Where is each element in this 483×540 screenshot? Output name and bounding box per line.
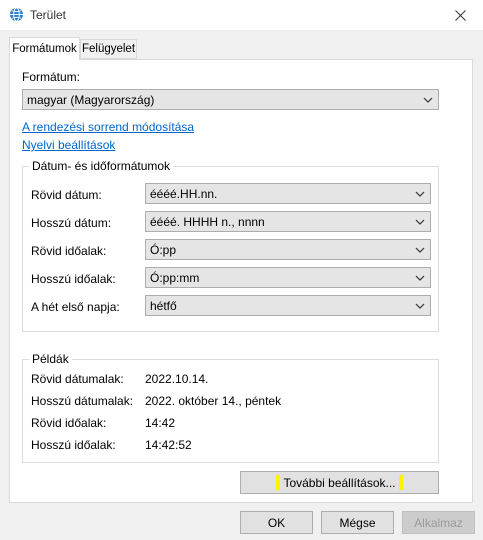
- sort-order-link[interactable]: A rendezési sorrend módosítása: [22, 120, 194, 134]
- additional-settings-button[interactable]: További beállítások...: [240, 471, 439, 494]
- additional-settings-label: További beállítások...: [283, 475, 396, 490]
- short-time-label: Rövid időalak:: [31, 244, 107, 258]
- example-short-date-value: 2022.10.14.: [145, 372, 209, 386]
- example-short-time-label: Rövid időalak:: [31, 416, 107, 430]
- format-select-value: magyar (Magyarország): [27, 92, 155, 107]
- format-select[interactable]: magyar (Magyarország): [22, 89, 439, 110]
- first-day-label: A hét első napja:: [31, 300, 120, 314]
- example-long-date-value: 2022. október 14., péntek: [145, 394, 282, 408]
- short-date-select[interactable]: éééé.HH.nn.: [145, 183, 431, 204]
- long-time-select[interactable]: Ó:pp:mm: [145, 267, 431, 288]
- long-time-label: Hosszú időalak:: [31, 272, 116, 286]
- tab-formats[interactable]: Formátumok: [9, 37, 80, 60]
- title-bar: Terület: [0, 0, 483, 30]
- example-long-date-label: Hosszú dátumalak:: [31, 394, 134, 408]
- short-time-select[interactable]: Ó:pp: [145, 239, 431, 260]
- language-settings-link[interactable]: Nyelvi beállítások: [22, 138, 115, 152]
- apply-button[interactable]: Alkalmaz: [402, 511, 475, 534]
- example-long-time-value: 14:42:52: [145, 438, 192, 452]
- close-button[interactable]: [437, 0, 483, 30]
- short-date-label: Rövid dátum:: [31, 188, 102, 202]
- highlight-mark: [398, 475, 403, 490]
- first-day-select[interactable]: hétfő: [145, 295, 431, 316]
- chevron-down-icon: [415, 191, 425, 197]
- short-time-value: Ó:pp: [150, 242, 177, 257]
- highlight-mark: [276, 475, 281, 490]
- chevron-down-icon: [423, 97, 433, 103]
- chevron-down-icon: [415, 219, 425, 225]
- short-date-value: éééé.HH.nn.: [150, 186, 218, 201]
- long-date-label: Hosszú dátum:: [31, 216, 112, 230]
- examples-title: Példák: [29, 352, 72, 366]
- chevron-down-icon: [415, 275, 425, 281]
- chevron-down-icon: [415, 247, 425, 253]
- ok-button[interactable]: OK: [240, 511, 313, 534]
- tab-administrative[interactable]: Felügyelet: [80, 39, 137, 59]
- close-icon: [454, 9, 466, 21]
- globe-icon: [9, 7, 24, 22]
- long-date-value: éééé. HHHH n., nnnn: [150, 214, 265, 229]
- example-short-date-label: Rövid dátumalak:: [31, 372, 124, 386]
- cancel-button[interactable]: Mégse: [321, 511, 394, 534]
- example-short-time-value: 14:42: [145, 416, 176, 430]
- example-long-time-label: Hosszú időalak:: [31, 438, 116, 452]
- window-title: Terület: [30, 8, 67, 22]
- datetime-formats-title: Dátum- és időformátumok: [29, 159, 174, 173]
- format-label: Formátum:: [22, 70, 81, 84]
- chevron-down-icon: [415, 303, 425, 309]
- long-date-select[interactable]: éééé. HHHH n., nnnn: [145, 211, 431, 232]
- first-day-value: hétfő: [150, 298, 177, 313]
- long-time-value: Ó:pp:mm: [150, 270, 200, 285]
